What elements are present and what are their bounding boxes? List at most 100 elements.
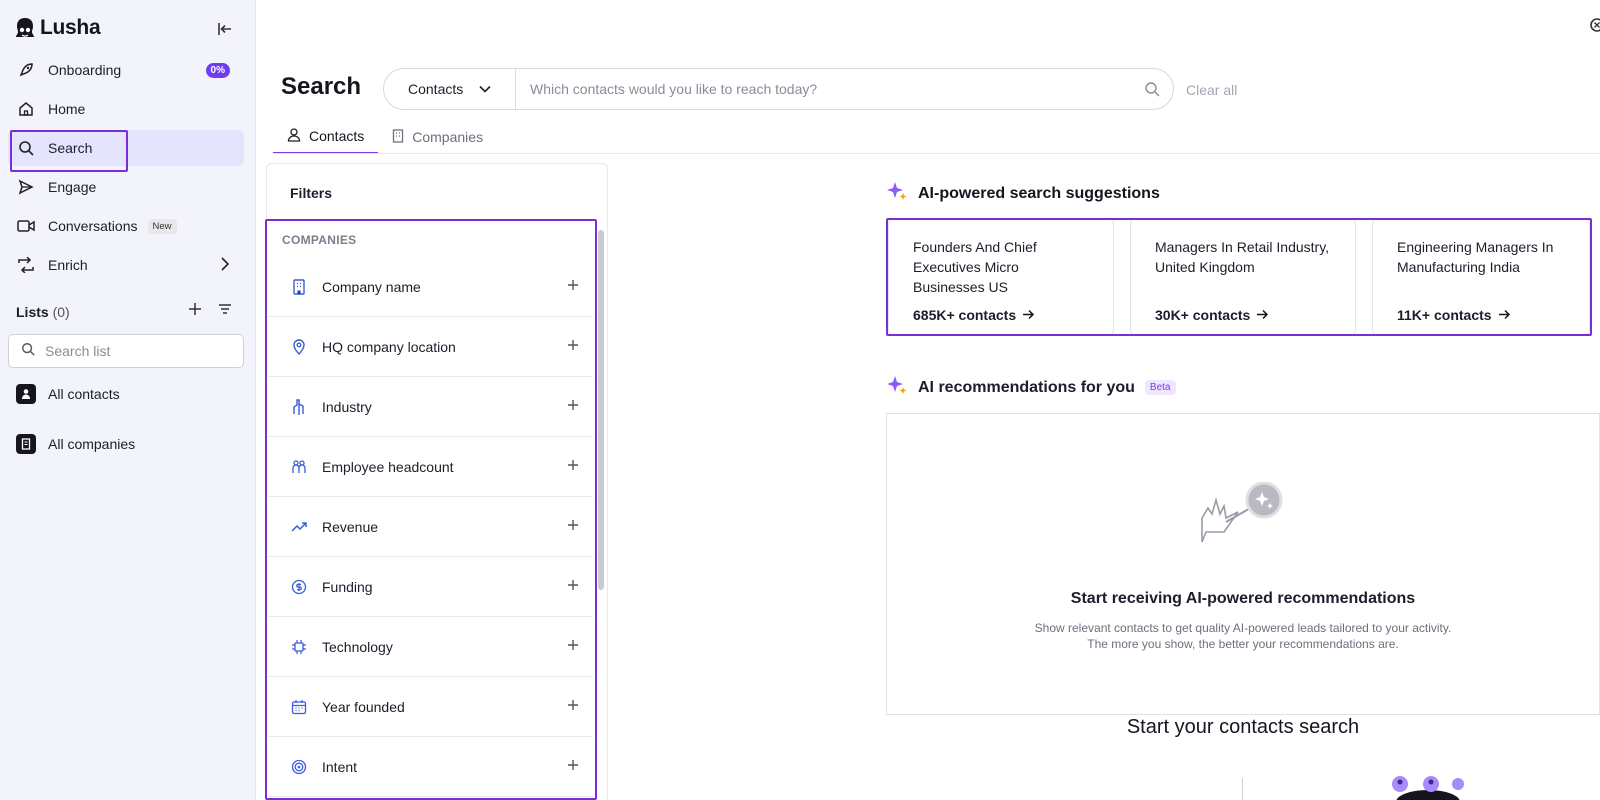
- tab-label: Companies: [412, 129, 484, 145]
- enrich-icon: [17, 256, 35, 274]
- filter-company-name[interactable]: Company name: [268, 257, 593, 317]
- recommendations-empty-title: Start receiving AI-powered recommendatio…: [1070, 590, 1416, 607]
- filter-intent[interactable]: Intent: [268, 737, 593, 797]
- close-icon[interactable]: [1590, 18, 1600, 32]
- nav-onboarding[interactable]: Onboarding 0%: [8, 52, 244, 88]
- onboarding-progress-badge: 0%: [205, 62, 230, 78]
- chip-icon: [290, 638, 308, 656]
- home-icon: [17, 100, 35, 118]
- sparkle-icon: [886, 374, 908, 401]
- list-item-label: All companies: [48, 436, 136, 452]
- dollar-icon: [290, 578, 308, 596]
- sparkle-icon: [886, 180, 908, 207]
- add-filter-icon[interactable]: [567, 279, 579, 291]
- nav-label: Onboarding: [48, 62, 122, 78]
- filter-label: Employee headcount: [322, 458, 454, 475]
- filter-hq-location[interactable]: HQ company location: [268, 317, 593, 377]
- list-all-companies[interactable]: All companies: [16, 434, 135, 454]
- nav-label: Search: [48, 140, 93, 156]
- target-icon: [290, 758, 308, 776]
- filter-group-title: COMPANIES: [282, 233, 357, 247]
- divider: [1242, 778, 1243, 800]
- nav-label: Engage: [48, 179, 97, 195]
- add-filter-icon[interactable]: [567, 639, 579, 651]
- nav-engage[interactable]: Engage: [8, 169, 244, 205]
- tab-label: Contacts: [309, 128, 365, 144]
- search-icon[interactable]: [1131, 81, 1173, 97]
- lusha-logo-icon: [16, 18, 34, 37]
- add-filter-icon[interactable]: [567, 519, 579, 531]
- page-title: Search: [281, 73, 362, 100]
- add-filter-icon[interactable]: [567, 459, 579, 471]
- chevron-down-icon: [479, 85, 491, 93]
- add-filter-icon[interactable]: [567, 579, 579, 591]
- nav-home[interactable]: Home: [8, 91, 244, 127]
- building-icon: [290, 278, 308, 296]
- filter-revenue[interactable]: Revenue: [268, 497, 593, 557]
- sidebar: Lusha Onboarding 0% Home Search Engage C…: [0, 0, 256, 800]
- search-tabs: Contacts Companies: [273, 120, 497, 154]
- lists-actions: [188, 302, 232, 316]
- filter-employee-headcount[interactable]: Employee headcount: [268, 437, 593, 497]
- lists-title: Lists: [16, 304, 49, 320]
- tab-contacts[interactable]: Contacts: [273, 120, 379, 154]
- nav-enrich[interactable]: Enrich: [8, 247, 244, 283]
- start-search-heading: Start your contacts search: [1126, 716, 1360, 738]
- filter-year-founded[interactable]: Year founded: [268, 677, 593, 737]
- filter-label: Funding: [322, 578, 373, 595]
- calendar-icon: [290, 698, 308, 716]
- filter-industry[interactable]: Industry: [268, 377, 593, 437]
- lusha-logo[interactable]: Lusha: [14, 16, 101, 40]
- filter-label: HQ company location: [322, 338, 456, 355]
- filter-funding[interactable]: Funding: [268, 557, 593, 617]
- nav-label: Home: [48, 101, 86, 117]
- filter-label: Intent: [322, 758, 358, 775]
- nav-label: Enrich: [48, 257, 88, 273]
- filters-title: Filters: [290, 185, 333, 201]
- logo-text: Lusha: [40, 16, 101, 39]
- person-icon: [287, 127, 301, 145]
- main-search-input[interactable]: [516, 81, 1131, 97]
- add-list-icon[interactable]: [188, 302, 202, 316]
- location-pin-icon: [290, 338, 308, 356]
- filter-lists-icon[interactable]: [218, 302, 232, 316]
- search-type-dropdown[interactable]: Contacts: [384, 69, 516, 109]
- filter-label: Revenue: [322, 518, 379, 535]
- trend-up-icon: [290, 518, 308, 536]
- clear-all-button[interactable]: Clear all: [1186, 82, 1237, 98]
- search-icon: [21, 342, 35, 361]
- industry-icon: [290, 398, 308, 416]
- recommendations-empty-line: The more you show, the better your recom…: [1087, 637, 1399, 651]
- rocket-icon: [17, 61, 35, 79]
- recommendations-empty-state: [886, 413, 1600, 715]
- ai-suggestions-title: AI-powered search suggestions: [918, 184, 1160, 202]
- suggestions-highlight: [886, 218, 1592, 336]
- recommendations-empty-text: Show relevant contacts to get quality AI…: [886, 620, 1600, 652]
- hand-wand-illustration-icon: [1201, 482, 1283, 543]
- tab-companies[interactable]: Companies: [378, 120, 497, 154]
- nav-search[interactable]: Search: [8, 130, 244, 166]
- add-filter-icon[interactable]: [567, 759, 579, 771]
- send-icon: [17, 178, 35, 196]
- search-list-input[interactable]: [45, 343, 225, 359]
- filters-scrollbar[interactable]: [598, 230, 604, 590]
- filter-label: Year founded: [322, 698, 405, 715]
- ai-recommendations-heading: AI recommendations for you Beta: [886, 374, 1176, 401]
- add-filter-icon[interactable]: [567, 399, 579, 411]
- building-icon: [392, 128, 404, 146]
- search-type-value: Contacts: [408, 81, 464, 97]
- filter-label: Industry: [322, 398, 372, 415]
- add-filter-icon[interactable]: [567, 699, 579, 711]
- search-list-field: [8, 334, 244, 368]
- search-icon: [17, 139, 35, 157]
- list-item-label: All contacts: [48, 386, 120, 402]
- filter-technology[interactable]: Technology: [268, 617, 593, 677]
- search-bar: Contacts: [383, 68, 1174, 110]
- filter-label: Technology: [322, 638, 393, 655]
- collapse-sidebar-icon[interactable]: [216, 20, 234, 38]
- add-filter-icon[interactable]: [567, 339, 579, 351]
- ai-recommendations-title: AI recommendations for you: [918, 378, 1135, 396]
- list-all-contacts[interactable]: All contacts: [16, 384, 120, 404]
- nav-conversations[interactable]: Conversations New: [8, 208, 244, 244]
- lists-heading: Lists (0): [16, 304, 70, 320]
